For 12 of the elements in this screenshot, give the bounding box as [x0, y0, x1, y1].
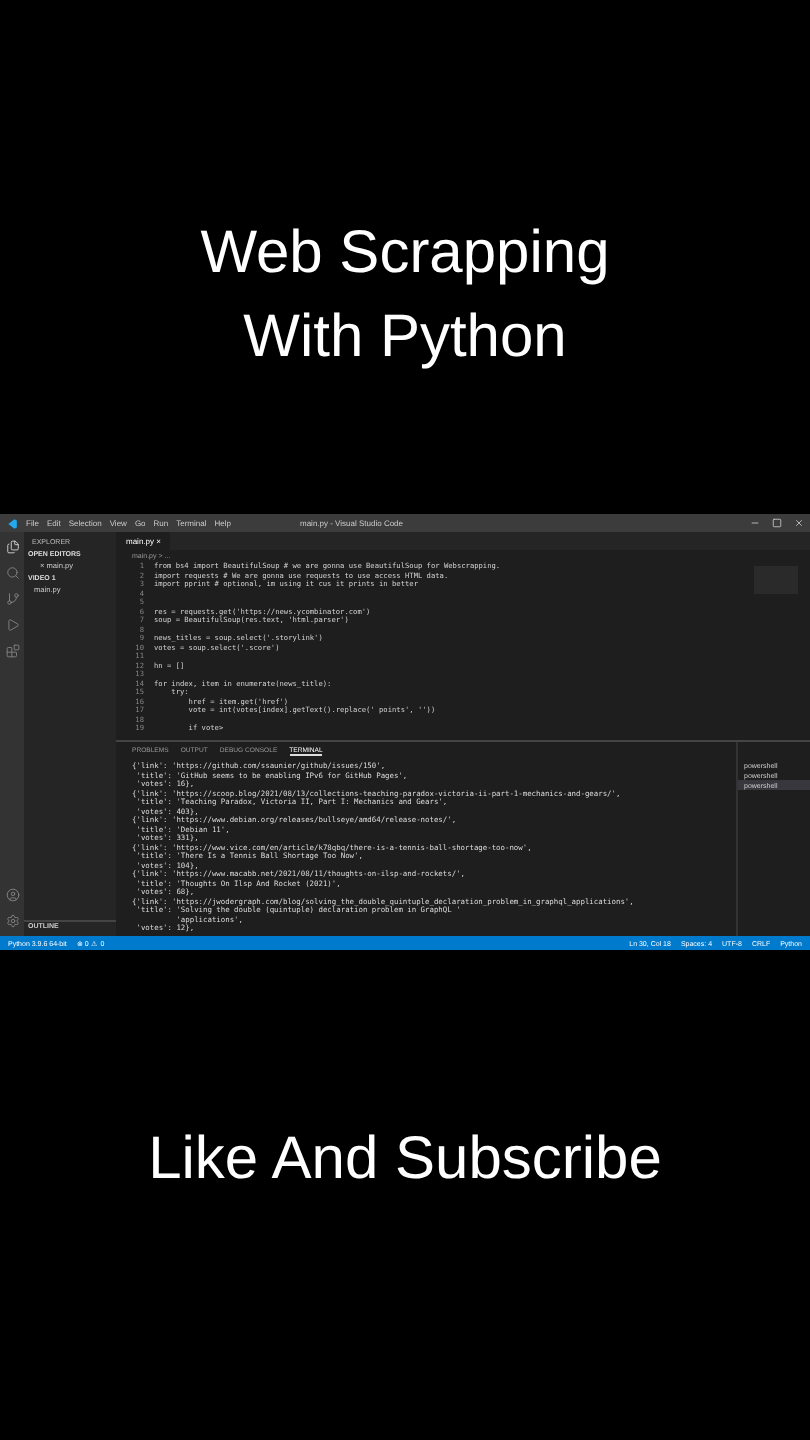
play-icon[interactable] [5, 618, 19, 632]
files-icon[interactable] [5, 540, 19, 554]
search-icon[interactable] [5, 566, 19, 580]
account-icon[interactable] [5, 888, 19, 902]
call-to-action: Like And Subscribe [148, 1126, 662, 1196]
settings-icon[interactable] [5, 914, 19, 928]
video-title: Web Scrapping [200, 219, 610, 287]
minimize-icon[interactable] [750, 518, 760, 528]
video-title: With Python [243, 303, 567, 371]
maximize-icon[interactable] [772, 518, 782, 528]
branch-icon[interactable] [5, 592, 19, 606]
blocks-icon[interactable] [5, 644, 19, 658]
